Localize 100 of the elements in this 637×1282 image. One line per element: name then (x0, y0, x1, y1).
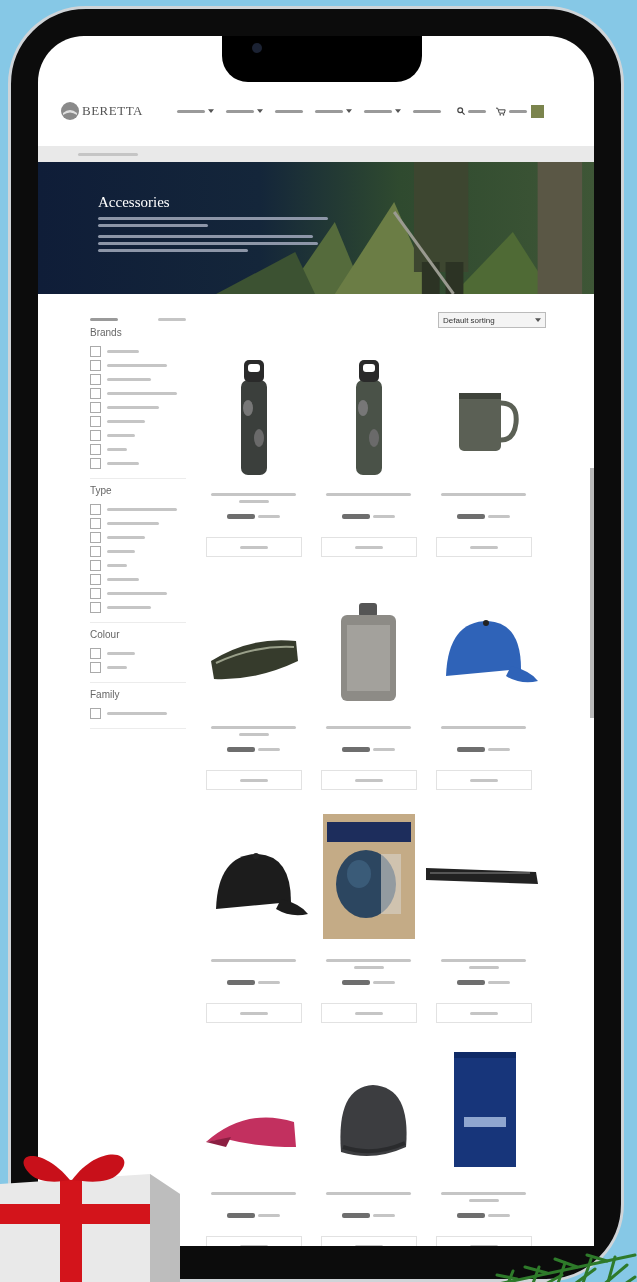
cart-icon (495, 106, 506, 116)
checkbox[interactable] (90, 661, 101, 673)
checkbox[interactable] (90, 373, 101, 385)
search-link[interactable] (456, 107, 486, 115)
blurred-text (258, 515, 280, 518)
nav-link[interactable] (176, 107, 214, 115)
blurred-text (107, 507, 177, 511)
checkbox[interactable] (90, 429, 101, 441)
checkbox[interactable] (90, 345, 101, 357)
blurred-text (78, 152, 138, 156)
blurred-text (107, 419, 145, 423)
checkbox[interactable] (90, 503, 101, 515)
checkbox[interactable] (90, 387, 101, 399)
caret-icon (345, 109, 352, 113)
nav-link[interactable] (225, 107, 263, 115)
blurred-text (107, 447, 127, 451)
checkbox[interactable] (90, 531, 101, 543)
blurred-text (107, 577, 139, 581)
product-button[interactable] (320, 1003, 417, 1023)
product-button[interactable] (435, 770, 532, 790)
blurred-text (107, 605, 151, 609)
blurred-text (227, 747, 255, 752)
checkbox[interactable] (90, 443, 101, 455)
checkbox[interactable] (90, 587, 101, 599)
blurred-text (107, 521, 159, 525)
blurred-text (107, 549, 135, 553)
cart-link[interactable] (495, 106, 527, 116)
product-button[interactable] (320, 537, 417, 557)
blurred-text (227, 514, 255, 519)
blurred-text (107, 461, 139, 465)
caret-icon (535, 318, 541, 322)
site-logo[interactable]: BERETTA (60, 101, 143, 121)
product-button[interactable] (320, 770, 417, 790)
filter-heading: Family (90, 689, 121, 700)
checkbox[interactable] (90, 707, 101, 719)
blurred-text (457, 514, 485, 519)
scrollbar[interactable] (590, 468, 594, 718)
clear-all-link[interactable] (158, 318, 186, 321)
blurred-text (342, 747, 370, 752)
product-button[interactable] (205, 537, 302, 557)
product-button[interactable] (435, 537, 532, 557)
checkbox[interactable] (90, 415, 101, 427)
blurred-text (373, 748, 395, 751)
checkbox[interactable] (90, 601, 101, 613)
blurred-text (107, 665, 127, 669)
blurred-text (107, 563, 127, 567)
page-title: Accessories (98, 194, 171, 211)
blurred-text (373, 515, 395, 518)
blurred-text (342, 1213, 370, 1218)
camera-icon (252, 43, 262, 53)
blurred-text (488, 515, 510, 518)
product-button[interactable] (205, 770, 302, 790)
blurred-text (488, 1214, 510, 1217)
blurred-text (107, 535, 145, 539)
blurred-text (488, 981, 510, 984)
caret-icon (207, 109, 214, 113)
blurred-text (227, 980, 255, 985)
blurred-text (373, 1214, 395, 1217)
checkbox[interactable] (90, 359, 101, 371)
checkbox[interactable] (90, 559, 101, 571)
blurred-text (107, 405, 159, 409)
filter-heading: Type (90, 485, 113, 496)
blurred-text (107, 651, 135, 655)
sort-select[interactable]: Default sorting (438, 312, 546, 328)
checkbox[interactable] (90, 401, 101, 413)
blurred-text (258, 981, 280, 984)
filter-heading: Brands (90, 327, 123, 338)
blurred-text (342, 514, 370, 519)
blurred-text (373, 981, 395, 984)
product-button[interactable] (435, 1003, 532, 1023)
checkbox[interactable] (90, 573, 101, 585)
blurred-text (107, 591, 167, 595)
product-button[interactable] (205, 1003, 302, 1023)
blurred-text (258, 1214, 280, 1217)
blurred-text (488, 748, 510, 751)
blurred-text (457, 980, 485, 985)
blurred-text (457, 1213, 485, 1218)
blurred-text (90, 318, 118, 321)
blurred-text (342, 980, 370, 985)
blurred-text (227, 1213, 255, 1218)
blurred-text (107, 377, 151, 381)
nav-link[interactable] (314, 107, 352, 115)
nav-link[interactable] (363, 107, 401, 115)
blurred-text (107, 433, 135, 437)
blurred-text (107, 391, 177, 395)
blurred-text (107, 711, 167, 715)
blurred-text (258, 748, 280, 751)
cart-badge (530, 104, 544, 118)
blurred-text (457, 747, 485, 752)
search-icon (456, 107, 465, 115)
checkbox[interactable] (90, 545, 101, 557)
checkbox[interactable] (90, 647, 101, 659)
blurred-text (107, 349, 139, 353)
blurred-text (107, 363, 167, 367)
emblem-icon (60, 101, 80, 121)
caret-icon (394, 109, 401, 113)
checkbox[interactable] (90, 457, 101, 469)
filter-heading: Colour (90, 629, 121, 640)
checkbox[interactable] (90, 517, 101, 529)
caret-icon (256, 109, 263, 113)
